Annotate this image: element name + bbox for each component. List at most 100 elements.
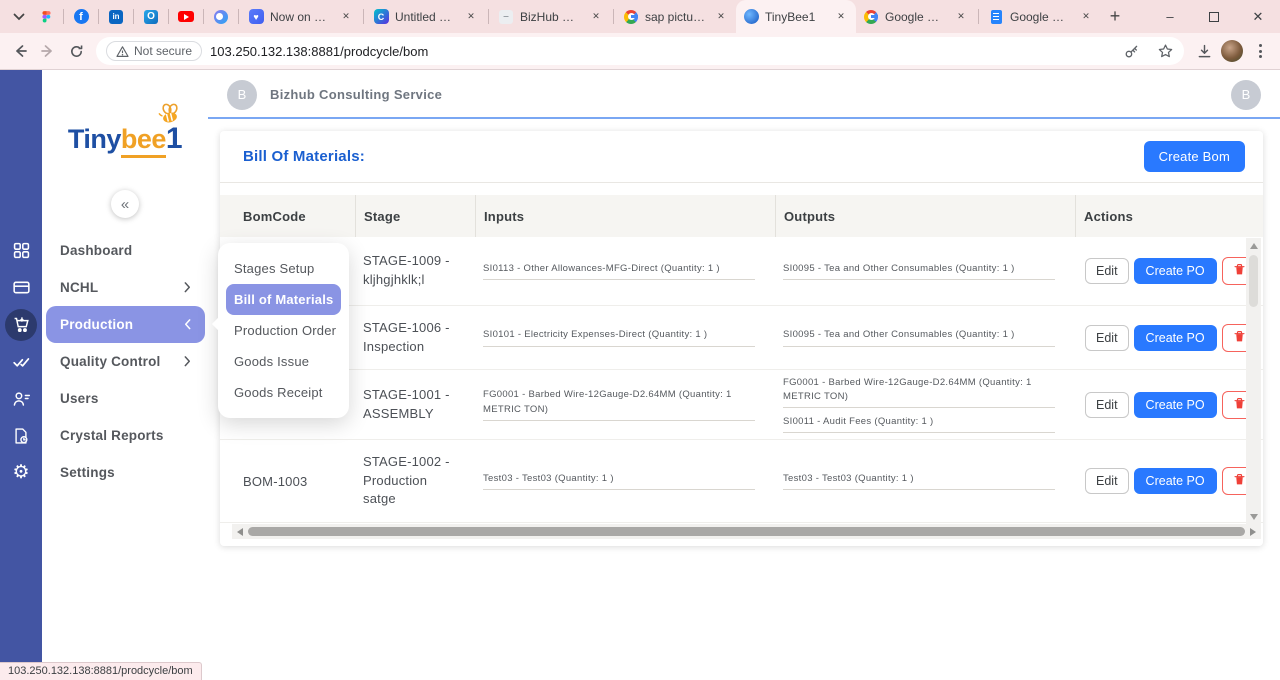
- tab-now-on-plays[interactable]: ♥Now on Plays✕: [241, 0, 361, 33]
- horizontal-scrollbar[interactable]: [232, 524, 1261, 539]
- edit-button[interactable]: Edit: [1085, 325, 1129, 351]
- bookmark-star-button[interactable]: [1152, 38, 1178, 64]
- not-secure-badge[interactable]: Not secure: [106, 41, 202, 61]
- rail-icon-nchl[interactable]: [0, 269, 42, 306]
- rail-icon-quality-control[interactable]: [0, 343, 42, 380]
- rail-icon-dashboard[interactable]: [0, 232, 42, 269]
- tab-sap-picture-d[interactable]: sap picture d✕: [616, 0, 736, 33]
- vertical-scrollbar[interactable]: [1246, 238, 1261, 524]
- tab-close-button[interactable]: ✕: [713, 9, 729, 25]
- submenu-item-production-order[interactable]: Production Order: [226, 315, 341, 346]
- pinned-tab-figma[interactable]: [31, 0, 61, 33]
- warning-icon: [116, 45, 129, 58]
- tab-separator: [488, 9, 489, 24]
- rail-icon-production[interactable]: [0, 306, 42, 343]
- tab-search-button[interactable]: [7, 5, 31, 29]
- security-label: Not secure: [134, 44, 192, 58]
- sidebar-item-production[interactable]: Production: [46, 306, 205, 343]
- user-avatar[interactable]: B: [1231, 80, 1261, 110]
- company-name: Bizhub Consulting Service: [270, 87, 442, 102]
- edit-button[interactable]: Edit: [1085, 468, 1129, 494]
- trash-icon: [1233, 330, 1246, 346]
- bom-code-cell: BOM-1003: [235, 474, 355, 489]
- google-favicon-wrap: [863, 9, 879, 25]
- tab-bizhub-consu[interactable]: –BizHub Consu✕: [491, 0, 611, 33]
- scroll-up-arrow[interactable]: [1246, 238, 1261, 253]
- submenu-item-goods-receipt[interactable]: Goods Receipt: [226, 377, 341, 408]
- page-content: ⚙ Tinybee1 « DashboardNCHLProductionQual…: [0, 70, 1280, 680]
- tab-separator: [238, 9, 239, 24]
- output-item: Test03 - Test03 (Quantity: 1 ): [783, 472, 1055, 490]
- tab-close-button[interactable]: ✕: [1078, 9, 1094, 25]
- card-icon: [5, 272, 37, 304]
- actions-cell: EditCreate PO: [1075, 257, 1263, 285]
- tab-tinybee1[interactable]: TinyBee1✕: [736, 0, 856, 33]
- heart-favicon: ♥: [249, 9, 264, 24]
- tab-close-button[interactable]: ✕: [953, 9, 969, 25]
- submenu-item-stages-setup[interactable]: Stages Setup: [226, 253, 341, 284]
- submenu-item-goods-issue[interactable]: Goods Issue: [226, 346, 341, 377]
- forward-button[interactable]: [34, 37, 62, 65]
- table-body: STAGE-1009 - kljhgjhklk;lSI0113 - Other …: [220, 237, 1263, 523]
- canva-favicon: C: [374, 9, 389, 24]
- tab-untitled-desig[interactable]: CUntitled desig✕: [366, 0, 486, 33]
- heart-favicon-wrap: ♥: [248, 9, 264, 25]
- scroll-left-arrow[interactable]: [234, 524, 246, 539]
- sidebar-item-label: Dashboard: [60, 243, 132, 258]
- create-po-button[interactable]: Create PO: [1134, 392, 1217, 418]
- sidebar-item-label: Production: [60, 317, 133, 332]
- quality-icon: [5, 346, 37, 378]
- maximize-button[interactable]: [1192, 0, 1236, 33]
- create-po-button[interactable]: Create PO: [1134, 468, 1217, 494]
- edit-button[interactable]: Edit: [1085, 258, 1129, 284]
- scroll-down-arrow[interactable]: [1246, 509, 1261, 524]
- output-item: SI0095 - Tea and Other Consumables (Quan…: [783, 328, 1055, 346]
- forward-arrow-icon: [40, 43, 56, 59]
- new-tab-button[interactable]: +: [1101, 3, 1129, 31]
- address-bar[interactable]: Not secure 103.250.132.138:8881/prodcycl…: [96, 37, 1184, 65]
- pinned-tab-outlook[interactable]: O: [136, 0, 166, 33]
- sidebar-item-crystal-reports[interactable]: Crystal Reports: [46, 417, 205, 454]
- browser-profile-avatar[interactable]: [1221, 40, 1243, 62]
- reload-button[interactable]: [62, 37, 90, 65]
- pinned-tab-facebook[interactable]: f: [66, 0, 96, 33]
- rail-icon-crystal-reports[interactable]: [0, 417, 42, 454]
- tinybee-favicon: [744, 9, 759, 24]
- create-po-button[interactable]: Create PO: [1134, 325, 1217, 351]
- sidebar-item-dashboard[interactable]: Dashboard: [46, 232, 205, 269]
- pinned-tab-youtube[interactable]: [171, 0, 201, 33]
- pinned-tab-linkedin[interactable]: in: [101, 0, 131, 33]
- tab-separator: [168, 9, 169, 24]
- stage-cell: STAGE-1006 - Inspection: [355, 319, 475, 357]
- submenu-item-bill-of-materials[interactable]: Bill of Materials: [226, 284, 341, 315]
- rail-icon-users[interactable]: [0, 380, 42, 417]
- tab-close-button[interactable]: ✕: [833, 9, 849, 25]
- bee-icon: [154, 101, 180, 132]
- scroll-right-arrow[interactable]: [1247, 524, 1259, 539]
- tab-google-docs[interactable]: Google Docs✕: [981, 0, 1101, 33]
- rail-icon-settings[interactable]: ⚙: [0, 454, 42, 491]
- horizontal-scroll-thumb[interactable]: [248, 527, 1245, 536]
- edit-button[interactable]: Edit: [1085, 392, 1129, 418]
- downloads-button[interactable]: [1190, 37, 1218, 65]
- sidebar-item-settings[interactable]: Settings: [46, 454, 205, 491]
- close-window-button[interactable]: ✕: [1236, 0, 1280, 33]
- sidebar-item-users[interactable]: Users: [46, 380, 205, 417]
- sidebar-collapse-button[interactable]: «: [111, 190, 139, 218]
- minimize-button[interactable]: –: [1148, 0, 1192, 33]
- password-key-button[interactable]: [1118, 38, 1144, 64]
- sidebar-item-label: Crystal Reports: [60, 428, 164, 443]
- create-bom-button[interactable]: Create Bom: [1144, 141, 1245, 172]
- browser-menu-button[interactable]: [1246, 37, 1274, 65]
- sidebar-item-quality-control[interactable]: Quality Control: [46, 343, 205, 380]
- create-po-button[interactable]: Create PO: [1134, 258, 1217, 284]
- tab-google-docs[interactable]: Google Docs✕: [856, 0, 976, 33]
- tab-close-button[interactable]: ✕: [463, 9, 479, 25]
- tab-close-button[interactable]: ✕: [338, 9, 354, 25]
- sidebar-item-nchl[interactable]: NCHL: [46, 269, 205, 306]
- tab-close-button[interactable]: ✕: [588, 9, 604, 25]
- tab-title: BizHub Consu: [520, 10, 582, 24]
- vertical-scroll-thumb[interactable]: [1249, 255, 1258, 307]
- pinned-tab-chrome-app[interactable]: [206, 0, 236, 33]
- back-button[interactable]: [6, 37, 34, 65]
